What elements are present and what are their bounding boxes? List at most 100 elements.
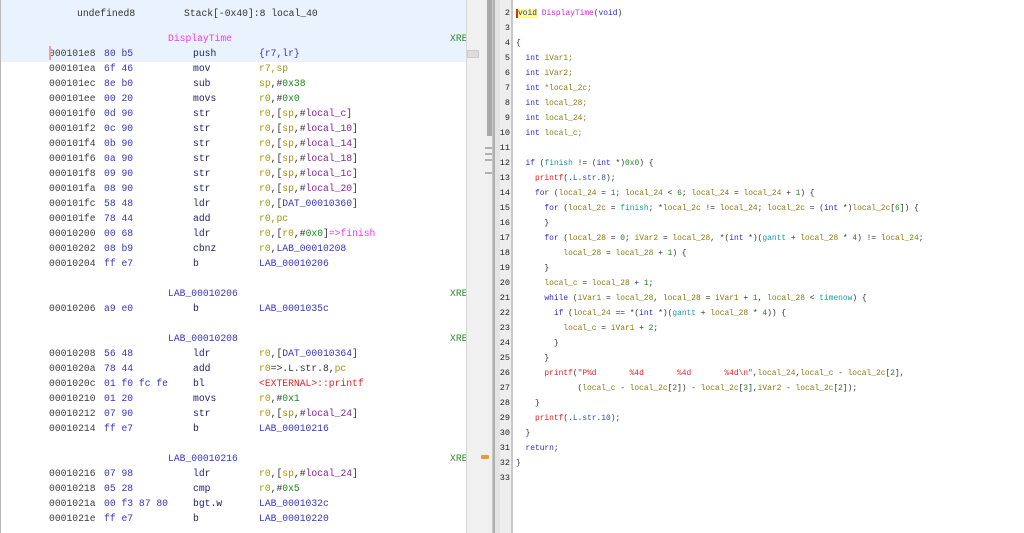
code-token[interactable]: local_24 [573, 309, 611, 318]
panel-divider[interactable] [492, 0, 500, 533]
code-token[interactable]: local_28 [592, 279, 630, 288]
operand-token[interactable]: DAT_00010360 [282, 198, 352, 209]
operand-token[interactable]: LAB_00010216 [259, 423, 329, 434]
xref-link[interactable]: XRE [450, 451, 466, 466]
code-line[interactable]: } [516, 216, 549, 231]
code-token[interactable]: "P%d %4d %4d %4d\n" [578, 369, 753, 378]
code-line[interactable]: } [516, 396, 540, 411]
code-token[interactable]: local_24 [758, 369, 796, 378]
code-token[interactable]: local_28 [672, 234, 710, 243]
code-line[interactable]: { [516, 36, 521, 51]
code-token[interactable]: printf [535, 174, 563, 183]
code-token[interactable]: printf [544, 369, 572, 378]
operand-token[interactable]: =>finish [329, 228, 376, 239]
code-line[interactable]: for (local_24 = 1; local_24 < 6; local_2… [516, 186, 815, 201]
code-token[interactable]: DisplayTime [542, 9, 594, 18]
code-line[interactable]: (local_c - local_2c[2]) - local_2c[3],iV… [516, 381, 858, 396]
listing-panel[interactable]: undefined8 Stack[-0x40]:8 local_40 Displ… [0, 0, 466, 533]
code-token[interactable]: local_c [563, 324, 596, 333]
code-line[interactable]: int iVar2; [516, 66, 572, 81]
code-line[interactable]: for (local_2c = finish; *local_2c != loc… [516, 201, 918, 216]
code-token[interactable]: local_28 [616, 294, 654, 303]
code-line[interactable]: printf(.L.str.8); [516, 171, 616, 186]
code-token[interactable]: local_28 [800, 234, 838, 243]
code-token[interactable]: local_24 [743, 189, 781, 198]
decompile-scrollbar[interactable] [493, 0, 495, 533]
code-token[interactable]: local_24 [881, 234, 919, 243]
code-token[interactable]: local_c; [540, 129, 582, 138]
code-line[interactable]: } [516, 426, 530, 441]
code-token[interactable]: local_24 [691, 189, 729, 198]
code-token[interactable]: local_28 [568, 234, 606, 243]
code-token[interactable]: local_2c [852, 204, 890, 213]
operand-token[interactable]: LAB_00010206 [259, 258, 329, 269]
xref-link[interactable]: XRE [450, 331, 466, 346]
code-token[interactable]: local_28 [710, 309, 748, 318]
code-line[interactable]: local_c = iVar1 + 2; [516, 321, 658, 336]
code-token[interactable]: iVar1 [715, 294, 739, 303]
code-line[interactable]: while (iVar1 = local_28, local_28 = iVar… [516, 291, 866, 306]
code-token[interactable]: local_24 [625, 189, 663, 198]
code-token[interactable]: local_c [544, 279, 577, 288]
listing-scrollbar[interactable] [466, 0, 493, 533]
code-token[interactable]: iVar2; [540, 69, 572, 78]
code-token[interactable]: gantt [762, 234, 786, 243]
code-token[interactable]: timenow [819, 294, 852, 303]
operand-token[interactable]: LAB_00010220 [259, 513, 329, 524]
code-token[interactable]: gantt [672, 309, 696, 318]
code-token[interactable]: local_2c [568, 204, 606, 213]
code-line[interactable]: int iVar1; [516, 51, 572, 66]
code-token[interactable]: local_28 [563, 249, 601, 258]
operand-token[interactable]: LAB_0001035c [259, 303, 329, 314]
code-label[interactable]: LAB_00010208 [168, 331, 238, 346]
code-line[interactable]: for (local_28 = 0; iVar2 = local_28, *(i… [516, 231, 923, 246]
operand-token[interactable]: LAB_0001032c [259, 498, 329, 509]
code-token[interactable]: iVar2 [634, 234, 658, 243]
code-line[interactable]: void DisplayTime(void) [516, 6, 622, 21]
code-line[interactable]: if (finish != (int *)0x0) { [516, 156, 653, 171]
code-line[interactable]: } [516, 456, 521, 471]
code-token[interactable]: local_24 [720, 204, 758, 213]
code-token[interactable]: local_28; [540, 99, 587, 108]
code-token[interactable]: local_2c [848, 369, 886, 378]
code-token[interactable]: iVar1 [611, 324, 635, 333]
code-token[interactable]: local_2c [796, 384, 834, 393]
code-token[interactable]: local_24; [540, 114, 587, 123]
code-token[interactable]: printf [535, 414, 563, 423]
xref-link[interactable]: XRE [450, 286, 466, 301]
stack-var-row[interactable]: undefined8 Stack[-0x40]:8 local_40 [1, 6, 318, 21]
code-label[interactable]: LAB_00010206 [168, 286, 238, 301]
code-token[interactable]: local_c [582, 384, 615, 393]
code-line[interactable]: int local_28; [516, 96, 587, 111]
code-line[interactable]: local_c = local_28 + 1; [516, 276, 653, 291]
code-token[interactable]: *local_2c; [540, 84, 591, 93]
code-line[interactable]: } [516, 261, 549, 276]
code-token[interactable]: local_2c [767, 204, 805, 213]
code-line[interactable]: return; [516, 441, 558, 456]
code-line[interactable]: } [516, 336, 559, 351]
code-line[interactable]: printf(.L.str.10); [516, 411, 620, 426]
code-line[interactable]: int *local_2c; [516, 81, 591, 96]
code-line[interactable]: local_28 = local_28 + 1) { [516, 246, 686, 261]
code-line[interactable]: int local_24; [516, 111, 587, 126]
code-token[interactable]: finish [544, 159, 572, 168]
code-token[interactable]: local_24 [559, 189, 597, 198]
code-line[interactable]: printf("P%d %4d %4d %4d\n",local_24,loca… [516, 366, 904, 381]
code-token[interactable]: local_28 [615, 249, 653, 258]
code-label[interactable]: LAB_00010216 [168, 451, 238, 466]
code-token[interactable]: local_28 [663, 294, 701, 303]
operand-token[interactable]: LAB_00010208 [276, 243, 346, 254]
code-token[interactable]: local_2c [701, 384, 739, 393]
code-line[interactable]: int local_c; [516, 126, 582, 141]
code-token[interactable]: iVar1; [540, 54, 572, 63]
operand-token[interactable]: {r7,lr} [259, 48, 300, 59]
code-token[interactable]: local_c [800, 369, 833, 378]
code-label[interactable]: DisplayTime [168, 31, 232, 46]
code-token[interactable]: finish [620, 204, 648, 213]
code-token[interactable]: local_28 [767, 294, 805, 303]
code-token[interactable]: iVar2 [758, 384, 782, 393]
code-token[interactable]: iVar1 [578, 294, 602, 303]
decompiler-panel[interactable]: void DisplayTime(void) { int iVar1; int i… [514, 0, 1024, 533]
operand-token[interactable]: DAT_00010364 [282, 348, 352, 359]
operand-token[interactable]: <EXTERNAL>::printf [259, 378, 364, 389]
